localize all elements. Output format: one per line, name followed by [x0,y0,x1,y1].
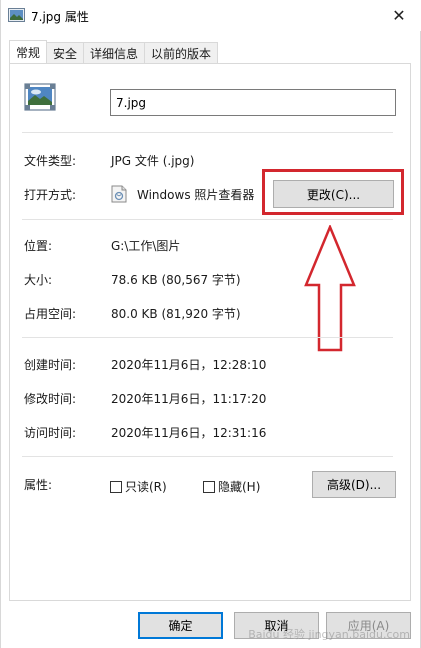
open-with-label: 打开方式: [24,188,77,202]
tab-strip: 常规 安全 详细信息 以前的版本 [9,40,219,63]
attributes-label: 属性: [24,478,53,492]
window-title: 7.jpg 属性 [31,10,89,24]
accessed-value: 2020年11月6日，12:31:16 [111,426,267,440]
open-with-app-name: Windows 照片查看器 [137,188,255,202]
created-value: 2020年11月6日，12:28:10 [111,358,267,372]
highlight-box [262,169,404,215]
image-file-icon [8,8,25,22]
properties-window: 7.jpg 属性 ✕ 常规 安全 详细信息 以前的版本 文件类型: JPG 文件… [0,0,421,648]
divider [22,219,393,220]
watermark: Baidu 经验 jingyan.baidu.com [248,628,410,641]
title-bar: 7.jpg 属性 ✕ [1,0,421,31]
close-icon: ✕ [392,6,406,25]
created-label: 创建时间: [24,358,77,372]
ok-button[interactable]: 确定 [138,612,223,639]
size-value: 78.6 KB (80,567 字节) [111,273,241,287]
tab-general[interactable]: 常规 [9,40,48,63]
tab-details[interactable]: 详细信息 [83,42,146,63]
divider [22,456,393,457]
hidden-label: 隐藏(H) [218,480,261,494]
modified-value: 2020年11月6日，11:17:20 [111,392,267,406]
hidden-checkbox-box[interactable] [203,480,215,493]
readonly-checkbox-box[interactable] [110,480,122,493]
filename-field[interactable] [110,89,396,116]
location-label: 位置: [24,239,53,253]
advanced-button[interactable]: 高级(D)... [312,471,396,498]
readonly-checkbox[interactable]: 只读(R) [110,478,167,495]
close-button[interactable]: ✕ [376,0,421,31]
size-label: 大小: [24,273,53,287]
location-value: G:\工作\图片 [111,239,181,253]
file-type-label: 文件类型: [24,154,77,168]
hidden-checkbox[interactable]: 隐藏(H) [203,478,260,495]
accessed-label: 访问时间: [24,426,77,440]
file-type-value: JPG 文件 (.jpg) [111,154,195,168]
size-on-disk-value: 80.0 KB (81,920 字节) [111,307,241,321]
readonly-label: 只读(R) [125,480,167,494]
photo-viewer-icon [111,185,127,203]
up-arrow-annotation [304,225,356,352]
divider [22,337,393,338]
divider [22,132,393,133]
size-on-disk-label: 占用空间: [24,307,77,321]
tab-security[interactable]: 安全 [46,42,85,63]
image-thumbnail-icon [24,83,56,111]
modified-label: 修改时间: [24,392,77,406]
tab-previous-versions[interactable]: 以前的版本 [144,42,219,63]
